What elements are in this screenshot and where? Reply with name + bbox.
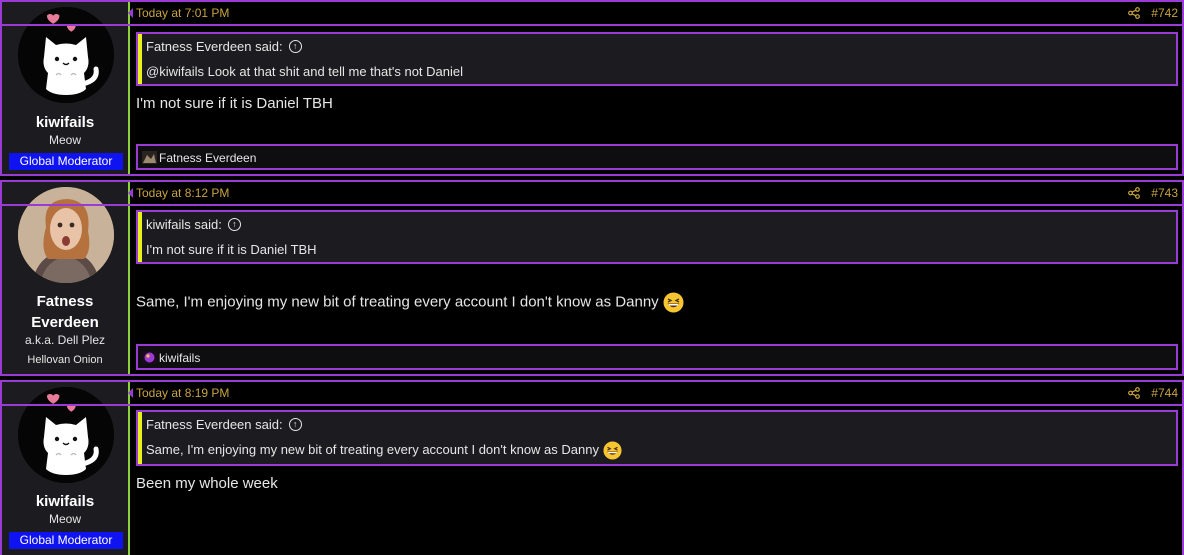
- meta-divider: [2, 404, 1182, 406]
- post-date[interactable]: Today at 7:01 PM: [136, 6, 229, 20]
- cat-avatar-icon: [18, 7, 114, 103]
- post-meta: Today at 7:01 PM #742: [136, 6, 1178, 22]
- post-742: kiwifails Meow Global Moderator Today at…: [0, 0, 1184, 176]
- post-number[interactable]: #742: [1151, 6, 1178, 20]
- user-banner: Global Moderator: [9, 532, 123, 549]
- share-icon[interactable]: [1128, 7, 1140, 19]
- quote-header[interactable]: Fatness Everdeen said: ↑: [146, 417, 302, 432]
- quote-block: Fatness Everdeen said: ↑ Same, I'm enjoy…: [136, 410, 1178, 466]
- quote-header[interactable]: Fatness Everdeen said: ↑: [146, 39, 302, 54]
- grinning-squinting-face-icon: [603, 441, 622, 460]
- user-rank: Hellovan Onion: [27, 354, 103, 366]
- post-744: kiwifails Meow Global Moderator Today at…: [0, 380, 1184, 555]
- post-meta: Today at 8:19 PM #744: [136, 386, 1178, 402]
- post-text-content: Same, I'm enjoying my new bit of treatin…: [136, 293, 659, 311]
- quote-bar: [138, 212, 142, 262]
- post-743: Fatness Everdeen a.k.a. Dell Plez Hellov…: [0, 180, 1184, 376]
- grinning-squinting-face-icon: [663, 292, 684, 313]
- post-date[interactable]: Today at 8:19 PM: [136, 386, 229, 400]
- reactions-bar[interactable]: Fatness Everdeen: [136, 144, 1178, 170]
- arrow-up-circle-icon[interactable]: ↑: [288, 40, 302, 53]
- quote-text: Same, I'm enjoying my new bit of treatin…: [146, 441, 622, 460]
- post-main: Today at 8:12 PM #743 kiwifails said: ↑ …: [2, 182, 1182, 374]
- user-panel: Fatness Everdeen a.k.a. Dell Plez Hellov…: [2, 182, 130, 374]
- arrow-up-circle-icon[interactable]: ↑: [227, 218, 241, 231]
- meta-divider: [2, 24, 1182, 26]
- reaction-avatar-icon: [142, 351, 157, 364]
- user-panel: kiwifails Meow Global Moderator: [2, 382, 130, 555]
- reaction-user[interactable]: Fatness Everdeen: [159, 151, 256, 165]
- quote-author: Fatness Everdeen said:: [146, 39, 283, 54]
- post-text: I'm not sure if it is Daniel TBH: [136, 95, 333, 112]
- share-icon[interactable]: [1128, 187, 1140, 199]
- quote-text: @kiwifails Look at that shit and tell me…: [146, 64, 464, 79]
- post-number[interactable]: #743: [1151, 186, 1178, 200]
- post-number[interactable]: #744: [1151, 386, 1178, 400]
- username-line-2[interactable]: Everdeen: [2, 312, 128, 333]
- avatar[interactable]: [18, 387, 114, 483]
- user-title: a.k.a. Dell Plez: [24, 333, 106, 347]
- post-date[interactable]: Today at 8:12 PM: [136, 186, 229, 200]
- quote-header[interactable]: kiwifails said: ↑: [146, 217, 241, 232]
- user-banner: Global Moderator: [9, 153, 123, 170]
- username[interactable]: kiwifails: [2, 491, 128, 512]
- quote-text: I'm not sure if it is Daniel TBH: [146, 242, 317, 257]
- user-title: Meow: [48, 133, 81, 147]
- user-panel: kiwifails Meow Global Moderator: [2, 2, 130, 174]
- avatar[interactable]: [18, 7, 114, 103]
- quote-block: kiwifails said: ↑ I'm not sure if it is …: [136, 210, 1178, 264]
- post-arrow: [128, 8, 133, 18]
- avatar[interactable]: [18, 187, 114, 283]
- user-title: Meow: [48, 512, 81, 526]
- username-line-1[interactable]: Fatness: [2, 291, 128, 312]
- reaction-avatar-icon: [142, 151, 157, 164]
- person-avatar-icon: [18, 187, 114, 283]
- post-arrow: [128, 388, 133, 398]
- post-meta: Today at 8:12 PM #743: [136, 186, 1178, 202]
- reactions-bar[interactable]: kiwifails: [136, 344, 1178, 370]
- username[interactable]: kiwifails: [2, 112, 128, 133]
- quote-text-content: Same, I'm enjoying my new bit of treatin…: [146, 441, 599, 457]
- quote-bar: [138, 412, 142, 464]
- meta-divider: [2, 204, 1182, 206]
- post-text: Same, I'm enjoying my new bit of treatin…: [136, 292, 684, 313]
- quote-bar: [138, 34, 142, 84]
- cat-avatar-icon: [18, 387, 114, 483]
- post-main: Today at 8:19 PM #744 Fatness Everdeen s…: [2, 382, 1182, 555]
- post-arrow: [128, 188, 133, 198]
- post-text: Been my whole week: [136, 475, 278, 492]
- arrow-up-circle-icon[interactable]: ↑: [288, 418, 302, 431]
- quote-author: Fatness Everdeen said:: [146, 417, 283, 432]
- reaction-user[interactable]: kiwifails: [159, 351, 200, 365]
- post-main: Today at 7:01 PM #742 Fatness Everdeen s…: [2, 2, 1182, 174]
- quote-author: kiwifails said:: [146, 217, 222, 232]
- share-icon[interactable]: [1128, 387, 1140, 399]
- quote-block: Fatness Everdeen said: ↑ @kiwifails Look…: [136, 32, 1178, 86]
